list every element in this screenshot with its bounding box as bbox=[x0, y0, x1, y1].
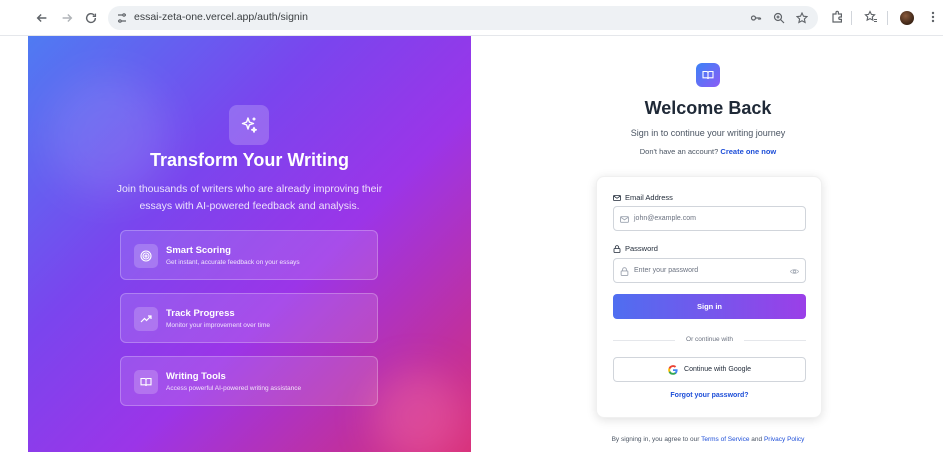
feature-title: Writing Tools bbox=[166, 371, 226, 382]
app-logo bbox=[696, 63, 720, 87]
arrow-right-icon bbox=[62, 14, 73, 22]
browser-toolbar: essai-zeta-one.vercel.app/auth/signin bbox=[0, 0, 943, 36]
lock-icon bbox=[620, 267, 629, 276]
sparkles-icon bbox=[241, 117, 257, 133]
book-open-icon bbox=[702, 70, 714, 80]
google-button-label: Continue with Google bbox=[684, 366, 751, 373]
toolbar-separator bbox=[851, 11, 852, 25]
feature-card-writing-tools: Writing Tools Access powerful AI-powered… bbox=[120, 356, 378, 406]
password-placeholder: Enter your password bbox=[634, 267, 699, 274]
feature-icon-box bbox=[134, 370, 158, 394]
forward-button[interactable] bbox=[58, 9, 76, 27]
feature-description: Get instant, accurate feedback on your e… bbox=[166, 259, 300, 266]
hero-panel: Transform Your Writing Join thousands of… bbox=[28, 36, 471, 452]
email-label-text: Email Address bbox=[625, 193, 673, 202]
terms-notice: By signing in, you agree to our Terms of… bbox=[558, 436, 858, 443]
menu-dots-icon[interactable] bbox=[926, 10, 940, 24]
zoom-icon[interactable] bbox=[773, 12, 785, 24]
url-text[interactable]: essai-zeta-one.vercel.app/auth/signin bbox=[134, 11, 308, 23]
feature-icon-box bbox=[134, 244, 158, 268]
hero-badge bbox=[229, 105, 269, 145]
trending-up-icon bbox=[140, 315, 152, 323]
page-subtitle: Sign in to continue your writing journey bbox=[630, 128, 786, 138]
signin-card: Email Address john@example.com Password … bbox=[596, 176, 822, 418]
page-title: Welcome Back bbox=[644, 98, 772, 118]
address-bar[interactable]: essai-zeta-one.vercel.app/auth/signin bbox=[108, 6, 818, 30]
profile-avatar[interactable] bbox=[900, 11, 914, 25]
signup-prompt: Don't have an account? Create one now bbox=[558, 147, 858, 156]
feature-icon-box bbox=[134, 307, 158, 331]
password-key-icon[interactable] bbox=[750, 12, 762, 24]
book-open-icon bbox=[140, 377, 152, 387]
google-icon bbox=[668, 364, 678, 375]
google-signin-button[interactable]: Continue with Google bbox=[613, 357, 806, 382]
back-button[interactable] bbox=[33, 9, 51, 27]
password-field[interactable]: Enter your password bbox=[613, 258, 806, 283]
feature-description: Access powerful AI-powered writing assis… bbox=[166, 385, 302, 392]
reload-icon bbox=[85, 12, 97, 24]
email-placeholder: john@example.com bbox=[634, 215, 696, 222]
terms-prefix: By signing in, you agree to our bbox=[611, 436, 700, 443]
no-account-text: Don't have an account? bbox=[639, 147, 719, 156]
bookmark-star-icon[interactable] bbox=[796, 12, 808, 24]
mail-icon bbox=[613, 194, 621, 201]
feature-card-track-progress: Track Progress Monitor your improvement … bbox=[120, 293, 378, 343]
terms-and: and bbox=[751, 436, 763, 443]
divider-text: Or continue with bbox=[686, 336, 733, 343]
create-account-link[interactable]: Create one now bbox=[720, 147, 776, 156]
terms-of-service-link[interactable]: Terms of Service bbox=[701, 436, 749, 443]
bookmarks-list-icon[interactable] bbox=[864, 10, 878, 24]
toolbar-separator bbox=[887, 11, 888, 25]
decorative-glow bbox=[373, 371, 463, 452]
hero-title: Transform Your Writing bbox=[149, 150, 350, 170]
password-label-text: Password bbox=[625, 244, 658, 253]
email-field[interactable]: john@example.com bbox=[613, 206, 806, 231]
forgot-password-link[interactable]: Forgot your password? bbox=[613, 392, 806, 399]
email-label: Email Address bbox=[613, 193, 673, 202]
reload-button[interactable] bbox=[82, 9, 100, 27]
privacy-policy-link[interactable]: Privacy Policy bbox=[764, 436, 804, 443]
arrow-left-icon bbox=[36, 14, 47, 22]
feature-card-smart-scoring: Smart Scoring Get instant, accurate feed… bbox=[120, 230, 378, 280]
signin-button[interactable]: Sign in bbox=[613, 294, 806, 319]
decorative-glow bbox=[48, 76, 168, 196]
target-icon bbox=[140, 250, 152, 262]
feature-title: Track Progress bbox=[166, 308, 235, 319]
extensions-icon[interactable] bbox=[830, 10, 844, 24]
mail-icon bbox=[620, 216, 629, 223]
feature-description: Monitor your improvement over time bbox=[166, 322, 271, 329]
hero-subtitle: Join thousands of writers who are alread… bbox=[116, 183, 383, 212]
eye-icon[interactable] bbox=[790, 267, 799, 276]
lock-icon bbox=[613, 244, 621, 253]
feature-title: Smart Scoring bbox=[166, 245, 231, 256]
password-label: Password bbox=[613, 244, 658, 253]
site-settings-icon[interactable] bbox=[116, 12, 128, 24]
